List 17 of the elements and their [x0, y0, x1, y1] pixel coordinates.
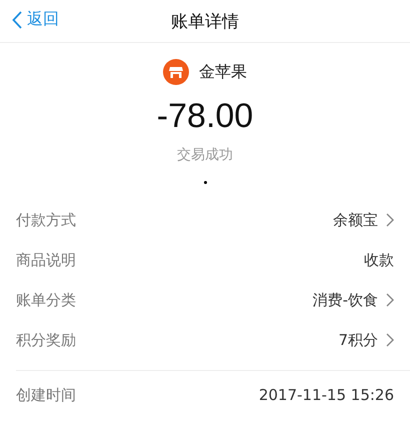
detail-label: 付款方式 [16, 210, 77, 230]
dot-mark [204, 180, 206, 184]
detail-label: 创建时间 [16, 386, 77, 404]
transaction-status: 交易成功 [176, 146, 234, 164]
detail-value[interactable]: 7积分 [338, 330, 378, 350]
detail-label: 商品说明 [16, 250, 77, 270]
detail-value: 2017-11-15 15:26 [258, 386, 394, 404]
page-title: 账单详情 [171, 10, 239, 32]
back-icon [12, 10, 22, 28]
detail-value[interactable]: 余额宝 [333, 210, 378, 230]
detail-value: 收款 [364, 250, 394, 270]
detail-value[interactable]: 消费-饮食 [312, 290, 378, 310]
detail-label: 账单分类 [16, 290, 77, 310]
shop-icon [163, 59, 189, 85]
detail-label: 积分奖励 [16, 330, 77, 350]
merchant-name: 金苹果 [199, 62, 247, 82]
amount: -78.00 [156, 97, 254, 136]
